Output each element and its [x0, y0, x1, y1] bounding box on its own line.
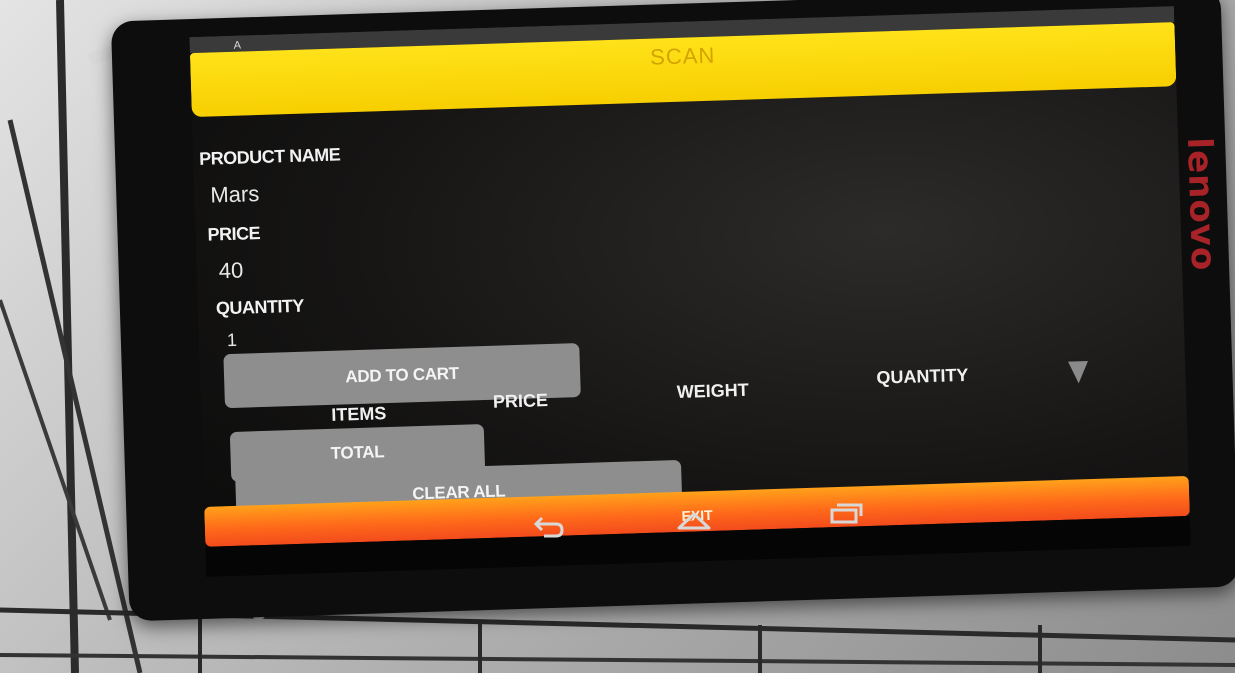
- product-name-field[interactable]: Mars: [210, 181, 260, 209]
- brand-logo: lenovo: [1179, 136, 1224, 272]
- recents-icon[interactable]: [828, 500, 864, 526]
- price-column-header: PRICE: [492, 390, 549, 412]
- price-label: PRICE: [207, 223, 261, 245]
- quantity-label: QUANTITY: [215, 295, 305, 319]
- items-column-header: ITEMS: [330, 403, 387, 425]
- back-icon[interactable]: [530, 512, 566, 538]
- photo-scene: lenovo A SCAN PRODUCT NAME Mars PRICE 40…: [0, 0, 1235, 673]
- status-text: A: [233, 39, 242, 52]
- price-field[interactable]: 40: [218, 258, 243, 285]
- quantity-column-header: QUANTITY: [876, 364, 969, 388]
- dropdown-arrow-icon[interactable]: [1068, 361, 1089, 384]
- weight-column-header: WEIGHT: [676, 379, 750, 402]
- product-name-label: PRODUCT NAME: [198, 144, 341, 169]
- quantity-field[interactable]: 1: [227, 330, 238, 351]
- tablet-device: lenovo A SCAN PRODUCT NAME Mars PRICE 40…: [110, 0, 1235, 622]
- scan-button-label: SCAN: [649, 42, 716, 70]
- home-icon[interactable]: [676, 506, 712, 532]
- app-screen: A SCAN PRODUCT NAME Mars PRICE 40 QUANTI…: [189, 6, 1191, 577]
